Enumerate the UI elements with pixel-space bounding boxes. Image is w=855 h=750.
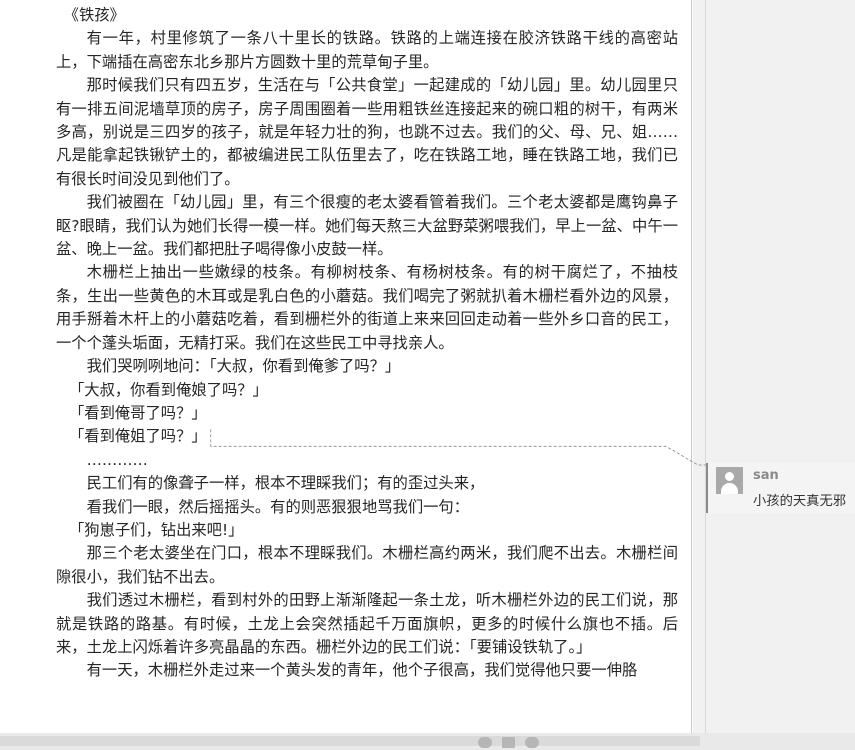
paragraph[interactable]: 那三个老太婆坐在门口，根本不理睬我们。木栅栏高约两米，我们爬不出去。木栅栏间隙很… bbox=[56, 542, 678, 589]
dialogue-line[interactable]: 「大叔，你看到俺娘了吗？」 bbox=[56, 379, 678, 402]
paragraph[interactable]: 我们透过木栅栏，看到村外的田野上渐渐隆起一条土龙，听木栅栏外边的民工们说，那就是… bbox=[56, 589, 678, 659]
status-icon[interactable] bbox=[502, 736, 515, 748]
comment-anchor-text[interactable]: 「看到俺姐了吗？」 bbox=[69, 427, 207, 445]
page-edge-divider bbox=[691, 0, 692, 733]
ellipsis-line[interactable]: ………… bbox=[56, 449, 678, 472]
comment-author: san bbox=[753, 468, 779, 483]
paragraph[interactable]: 有一天，木栅栏外走过来一个黄头发的青年，他个子很高，我们觉得他只要一伸胳 bbox=[56, 659, 678, 682]
comment-pane-divider bbox=[705, 0, 706, 733]
user-avatar-icon bbox=[716, 467, 743, 494]
comment-pane bbox=[693, 0, 855, 733]
comment-card[interactable]: san 小孩的天真无邪 bbox=[706, 463, 855, 513]
document-body[interactable]: 《铁孩》 有一年，村里修筑了一条八十里长的铁路。铁路的上端连接在胶济铁路干线的高… bbox=[56, 4, 678, 683]
dialogue-line[interactable]: 「狗崽子们，钻出来吧!」 bbox=[56, 519, 678, 542]
status-bar-icons bbox=[478, 735, 539, 749]
status-icon[interactable] bbox=[525, 736, 539, 748]
paragraph[interactable]: 那时候我们只有四五岁，生活在与「公共食堂」一起建成的「幼儿园」里。幼儿园里只有一… bbox=[56, 74, 678, 191]
paragraph[interactable]: 我们被圈在「幼儿园」里，有三个很瘦的老太婆看管着我们。三个老太婆都是鹰钩鼻子眍?… bbox=[56, 191, 678, 261]
comment-text[interactable]: 小孩的天真无邪 bbox=[753, 490, 846, 509]
document-title[interactable]: 《铁孩》 bbox=[56, 4, 678, 27]
dialogue-line[interactable]: 「看到俺哥了吗？」 bbox=[56, 402, 678, 425]
horizontal-scrollbar[interactable] bbox=[0, 736, 700, 746]
paragraph[interactable]: 看我们一眼，然后摇摇头。有的则恶狠狠地骂我们一句： bbox=[56, 496, 678, 519]
paragraph[interactable]: 木栅栏上抽出一些嫩绿的枝条。有柳树枝条、有杨树枝条。有的树干腐烂了，不抽枝条，生… bbox=[56, 261, 678, 355]
status-icon[interactable] bbox=[478, 736, 492, 748]
paragraph[interactable]: 有一年，村里修筑了一条八十里长的铁路。铁路的上端连接在胶济铁路干线的高密站上，下… bbox=[56, 27, 678, 74]
document-page[interactable]: 《铁孩》 有一年，村里修筑了一条八十里长的铁路。铁路的上端连接在胶济铁路干线的高… bbox=[0, 0, 693, 733]
paragraph[interactable]: 民工们有的像聋子一样，根本不理睬我们；有的歪过头来， bbox=[56, 472, 678, 495]
paragraph[interactable]: 我们哭咧咧地问：「大叔，你看到俺爹了吗？」 bbox=[56, 355, 678, 378]
commented-dialogue-line[interactable]: 「看到俺姐了吗？」 bbox=[56, 425, 678, 448]
